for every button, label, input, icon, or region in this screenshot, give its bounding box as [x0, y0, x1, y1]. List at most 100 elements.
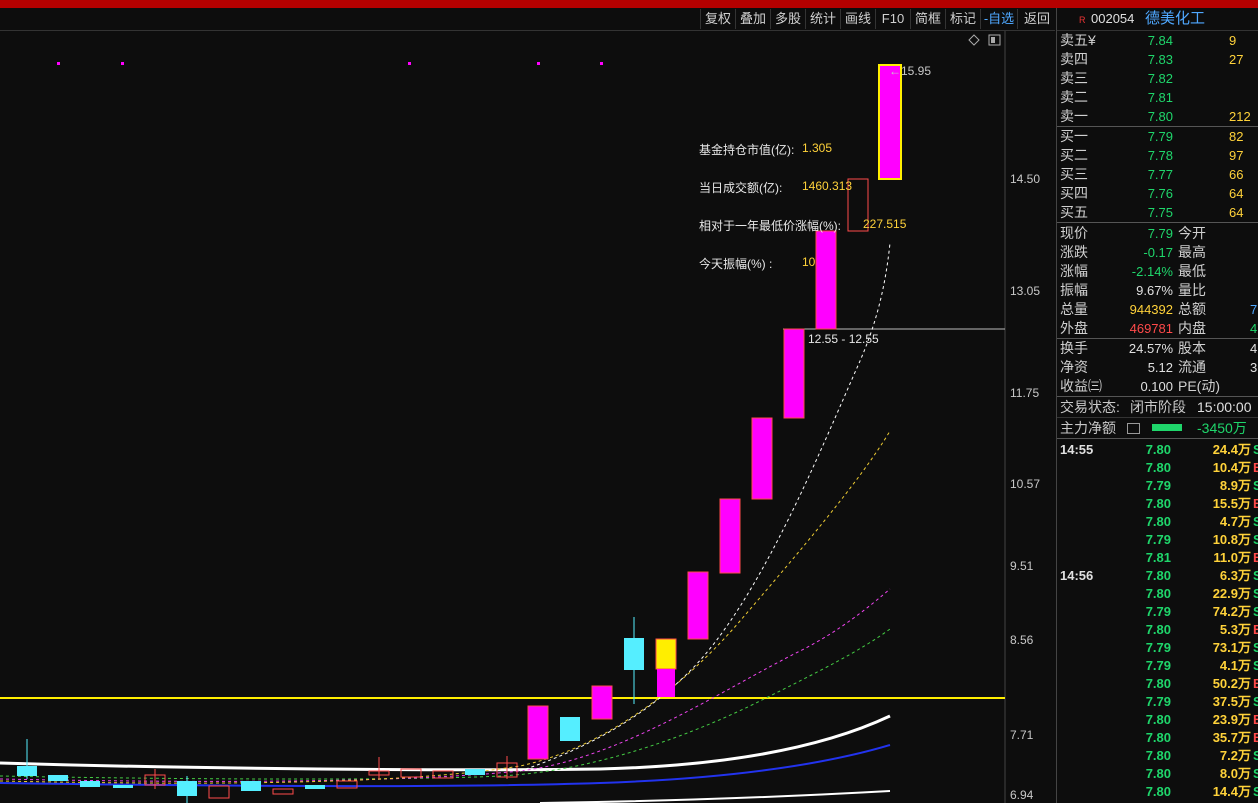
tick-row: 7.80 7.2万S: [1057, 747, 1258, 765]
tick-row: 7.81 11.0万B: [1057, 549, 1258, 567]
ask-price: 7.81: [1147, 90, 1173, 105]
stat-row: 总量 944392 总额 7: [1057, 300, 1258, 319]
tick-price: 7.80: [1145, 622, 1171, 637]
crosshair-price-label: 12.55 - 12.55: [808, 332, 879, 346]
bid-price: 7.75: [1147, 205, 1173, 220]
ask-volume: 27: [1229, 52, 1244, 67]
tick-price: 7.80: [1145, 730, 1171, 745]
toolbar-draw-button[interactable]: 画线: [840, 9, 875, 29]
bid-price: 7.79: [1147, 129, 1173, 144]
stat-value: 4: [1250, 341, 1258, 356]
toolbar-f10-button[interactable]: F10: [875, 9, 910, 29]
toolbar-multi-stock-button[interactable]: 多股: [770, 9, 805, 29]
bid-row[interactable]: 买一 7.79 82: [1057, 127, 1258, 146]
ask-label: 卖五¥: [1060, 32, 1096, 48]
stat-label: PE(动): [1178, 378, 1220, 394]
ask-row[interactable]: 卖三 7.82: [1057, 69, 1258, 88]
tick-time: 14:56: [1060, 568, 1094, 583]
ask-row[interactable]: 卖五¥ 7.84 9: [1057, 31, 1258, 50]
toolbar-stats-button[interactable]: 统计: [805, 9, 840, 29]
tick-volume: 5.3万: [1219, 622, 1251, 637]
stat-value: 5.12: [1147, 360, 1173, 375]
kline-svg[interactable]: [0, 31, 1055, 803]
high-price-label: ←15.95: [889, 64, 931, 78]
tick-volume: 35.7万: [1212, 730, 1251, 745]
bid-volume: 82: [1229, 129, 1244, 144]
stat-label: 涨跌: [1060, 244, 1088, 260]
ask-volume: 212: [1229, 109, 1251, 124]
tick-row: 7.80 50.2万B: [1057, 675, 1258, 693]
rally-candles: [527, 64, 902, 760]
bid-volume: 64: [1229, 205, 1244, 220]
tick-price: 7.80: [1145, 514, 1171, 529]
bid-label: 买五: [1060, 204, 1088, 220]
ask-list: 卖五¥ 7.84 9 卖四 7.83 27 卖三 7.82 卖二 7.81 卖一 7.80 21…: [1057, 31, 1258, 127]
ask-price: 7.83: [1147, 52, 1173, 67]
ask-row[interactable]: 卖四 7.83 27: [1057, 50, 1258, 69]
kline-chart[interactable]: 14.50 13.05 11.75 10.57 9.51 8.56 7.71 6…: [0, 31, 1055, 803]
tick-volume: 50.2万: [1212, 676, 1251, 691]
tick-list[interactable]: 14:557.8024.4万S 7.8010.4万B 7.798.9万S 7.8…: [1057, 439, 1258, 801]
stat-label: 总量: [1060, 301, 1088, 317]
ma-magenta-line: [0, 588, 891, 782]
tick-volume: 14.4万: [1212, 784, 1251, 799]
amplitude-label: 今天振幅(%) :: [699, 257, 773, 271]
tick-row: 7.80 22.9万S: [1057, 585, 1258, 603]
trade-status-time: 15:00:00: [1197, 399, 1252, 415]
price-label: 7.71: [1010, 728, 1034, 742]
tick-price: 7.80: [1145, 712, 1171, 727]
bid-row[interactable]: 买三 7.77 66: [1057, 165, 1258, 184]
tick-volume: 6.3万: [1219, 568, 1251, 583]
ma-lower-white-line: [539, 790, 891, 803]
price-label: 10.57: [1010, 477, 1041, 491]
toolbar-mark-button[interactable]: 标记: [945, 9, 980, 29]
stat-value: 3: [1250, 360, 1258, 375]
tick-flag: S: [1253, 513, 1258, 531]
stat-row: 换手 24.57% 股本 4: [1057, 339, 1258, 358]
high-price-value: 15.95: [901, 64, 932, 78]
stat-row: 振幅 9.67% 量比: [1057, 281, 1258, 300]
diamond-icon[interactable]: [968, 34, 980, 46]
bid-volume: 97: [1229, 148, 1244, 163]
tick-flag: B: [1253, 549, 1258, 567]
bid-price: 7.76: [1147, 186, 1173, 201]
price-label: 8.56: [1010, 633, 1034, 647]
ask-price: 7.80: [1147, 109, 1173, 124]
bid-row[interactable]: 买五 7.75 64: [1057, 203, 1258, 223]
toolbar-overlay-button[interactable]: 叠加: [735, 9, 770, 29]
stat-row: 现价 7.79 今开: [1057, 224, 1258, 243]
tick-row: 7.80 14.4万S: [1057, 783, 1258, 801]
stat-value: -0.17: [1143, 245, 1173, 260]
bid-row[interactable]: 买四 7.76 64: [1057, 184, 1258, 203]
window-toggle-icon[interactable]: [988, 34, 1001, 46]
trade-status-label: 交易状态:: [1060, 399, 1120, 415]
tick-price: 7.80: [1145, 676, 1171, 691]
stock-code[interactable]: 002054: [1091, 8, 1134, 30]
tick-price: 7.81: [1145, 550, 1171, 565]
stat-value: 7.79: [1147, 226, 1173, 241]
tick-price: 7.79: [1145, 640, 1171, 655]
tick-flag: S: [1253, 693, 1258, 711]
list-icon[interactable]: [1127, 423, 1140, 434]
toolbar-fuquan-button[interactable]: 复权: [700, 9, 735, 29]
stock-name[interactable]: 德美化工: [1145, 8, 1205, 30]
turnover-label: 当日成交额(亿):: [699, 181, 783, 195]
toolbar-back-button[interactable]: 返回: [1017, 9, 1056, 29]
tick-price: 7.80: [1145, 784, 1171, 799]
toolbar-watchlist-button[interactable]: -自选: [980, 9, 1017, 29]
tick-row: 7.80 4.7万S: [1057, 513, 1258, 531]
tick-volume: 4.1万: [1219, 658, 1251, 673]
tick-volume: 10.4万: [1212, 460, 1251, 475]
tick-volume: 23.9万: [1212, 712, 1251, 727]
tick-flag: S: [1253, 639, 1258, 657]
quote-panel: R 002054 德美化工 卖五¥ 7.84 9 卖四 7.83 27 卖三 7.82 卖…: [1056, 8, 1258, 803]
toolbar-simple-frame-button[interactable]: 简框: [910, 9, 945, 29]
bid-row[interactable]: 买二 7.78 97: [1057, 146, 1258, 165]
tick-price: 7.79: [1145, 604, 1171, 619]
stat-row: 涨跌 -0.17 最高: [1057, 243, 1258, 262]
ask-row[interactable]: 卖一 7.80 212: [1057, 107, 1258, 127]
ask-row[interactable]: 卖二 7.81: [1057, 88, 1258, 107]
tick-row: 7.80 35.7万B: [1057, 729, 1258, 747]
tick-volume: 24.4万: [1212, 442, 1251, 457]
ask-label: 卖二: [1060, 89, 1088, 105]
